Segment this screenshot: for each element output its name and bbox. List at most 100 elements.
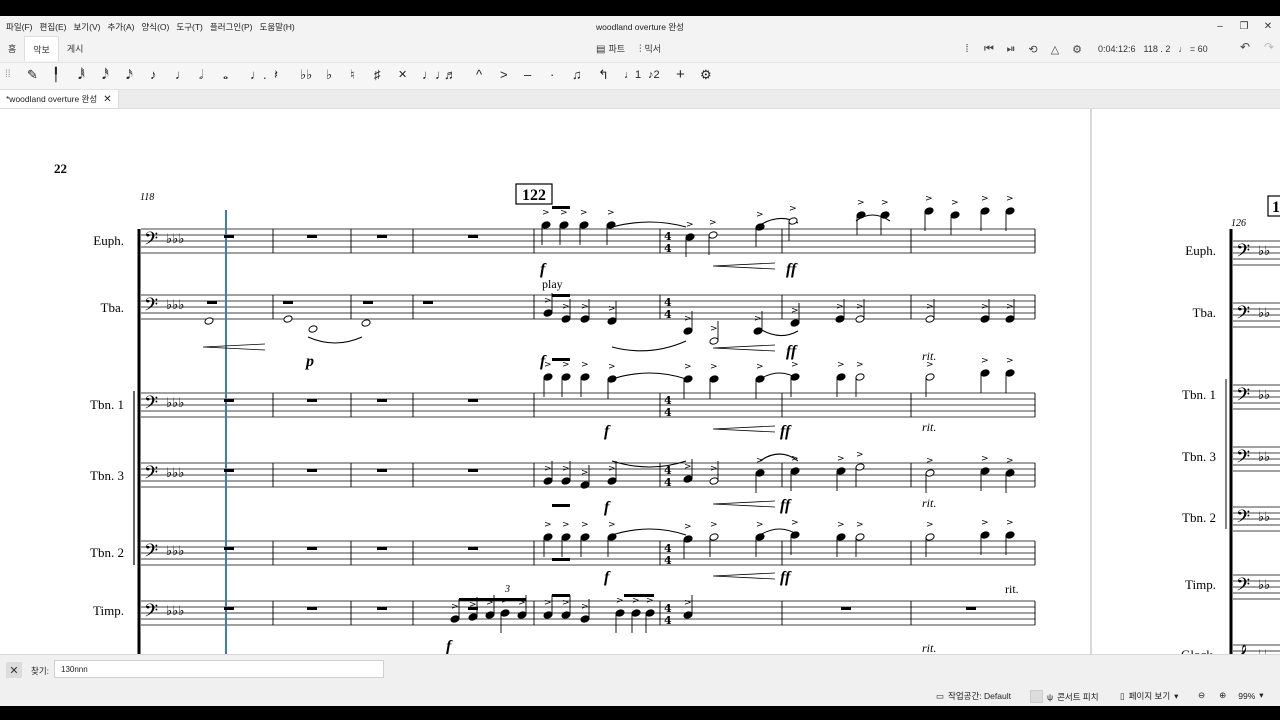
- menu-item-3[interactable]: 추가(A): [105, 21, 139, 33]
- next-instrument-timp: Timp.: [1185, 577, 1216, 592]
- zoom-in-icon[interactable]: ⊕: [1219, 690, 1226, 701]
- tenuto-icon[interactable]: –: [524, 67, 531, 83]
- 64th-note-icon[interactable]: 𝅘𝅥𝅱: [78, 67, 85, 83]
- menu-item-7[interactable]: 도움말(H): [258, 21, 300, 33]
- note-head: [517, 611, 527, 619]
- menu-item-0[interactable]: 파일(F): [4, 21, 38, 33]
- rewind-icon[interactable]: ⏮: [982, 43, 996, 56]
- close-tab-icon[interactable]: ✕: [103, 94, 111, 105]
- chevron-down-icon: ▾: [1174, 690, 1179, 701]
- natural-icon[interactable]: ♮: [350, 67, 355, 83]
- dot-icon[interactable]: ♩.: [250, 67, 267, 83]
- play-icon[interactable]: ⏯: [1004, 43, 1018, 56]
- accent-mark: >: [544, 520, 552, 530]
- 32nd-note-icon[interactable]: 𝅘𝅥𝅰: [102, 67, 109, 83]
- customize-toolbar-icon[interactable]: ⚙: [700, 67, 712, 83]
- maximize-icon[interactable]: ❐: [1232, 16, 1256, 36]
- time-signature: 4: [664, 308, 672, 321]
- minimize-icon[interactable]: –: [1208, 16, 1232, 36]
- note-head: [607, 533, 617, 541]
- menu-item-6[interactable]: 플러그인(P): [208, 21, 258, 33]
- loop-icon[interactable]: ⟲: [1026, 43, 1040, 56]
- score-notation[interactable]: 22 118 122 Euph. Tba. Tbn. 1 Tbn. 3 Tbn.…: [0, 109, 1090, 668]
- note-input-pencil-icon[interactable]: ✎: [27, 67, 38, 83]
- menu-item-2[interactable]: 보기(V): [71, 21, 105, 33]
- slur-icon[interactable]: ♬: [444, 67, 457, 83]
- eighth-note-icon[interactable]: ♪: [150, 67, 157, 83]
- accent-mark: >: [544, 296, 552, 306]
- add-icon[interactable]: +: [676, 67, 685, 83]
- flat-icon[interactable]: ♭: [326, 67, 332, 83]
- zoom-out-icon[interactable]: ⊖: [1198, 690, 1205, 701]
- key-signature: ♭♭♭: [166, 298, 184, 313]
- key-signature: ♭♭: [1258, 306, 1270, 321]
- rest-icon[interactable]: 𝄽: [274, 67, 278, 83]
- double-flat-icon[interactable]: ♭♭: [300, 67, 312, 83]
- note-head: [980, 467, 990, 475]
- page-view-selector[interactable]: ▯ 페이지 보기 ▾: [1120, 690, 1178, 702]
- accent-mark: >: [581, 302, 589, 312]
- 16th-note-icon[interactable]: 𝅘𝅥𝅯: [126, 67, 133, 83]
- accent-mark: >: [710, 324, 718, 334]
- beam-icon[interactable]: ♫: [572, 67, 582, 83]
- accent-mark: >: [791, 518, 799, 528]
- tab-score[interactable]: 악보: [24, 36, 59, 61]
- accent-mark: >: [856, 360, 864, 370]
- workspace-selector[interactable]: ▭ 작업공간: Default: [936, 690, 1011, 702]
- drag-handle-icon[interactable]: ⁞: [960, 43, 974, 55]
- half-note-icon[interactable]: 𝅗𝅥: [199, 67, 203, 83]
- beam: [552, 206, 570, 209]
- next-score-page[interactable]: 126 12 Euph. Tba. Tbn. 1 Tbn. 3 Tbn. 2 T…: [1092, 109, 1280, 668]
- redo-icon[interactable]: ↷: [1264, 40, 1274, 54]
- document-tab[interactable]: *woodland overture 완성 ✕: [0, 90, 119, 108]
- close-window-icon[interactable]: ✕: [1256, 16, 1280, 36]
- dynamic-marking: f: [604, 569, 611, 586]
- concert-pitch-toggle[interactable]: ψ 콘서트 피치: [1030, 690, 1099, 703]
- half-rest: [423, 301, 433, 304]
- bass-clef-icon: 𝄢: [144, 295, 158, 320]
- next-score-notation[interactable]: 126 12 Euph. Tba. Tbn. 1 Tbn. 3 Tbn. 2 T…: [1092, 109, 1280, 668]
- accent-mark: >: [756, 362, 764, 372]
- menu-item-5[interactable]: 도구(T): [174, 21, 208, 33]
- zoom-chevron-icon[interactable]: ▾: [1259, 690, 1263, 701]
- marcato-icon[interactable]: ^: [476, 67, 482, 83]
- toolbar-grip-icon[interactable]: ⁞⁞: [5, 67, 11, 83]
- voice-2-icon[interactable]: ♪2: [648, 67, 660, 83]
- staff: 𝄢 ♭♭♭ 44: [141, 392, 1036, 419]
- document-tab-label: *woodland overture 완성: [6, 94, 98, 104]
- menu-item-1[interactable]: 편집(E): [38, 21, 72, 33]
- tab-publish[interactable]: 게시: [59, 36, 92, 60]
- quarter-note-icon[interactable]: ♩: [175, 67, 188, 83]
- accent-mark: >: [837, 454, 845, 464]
- tuning-fork-icon: ψ: [1047, 691, 1054, 702]
- metronome-icon[interactable]: △: [1048, 43, 1062, 56]
- close-find-icon[interactable]: ✕: [6, 662, 22, 678]
- playback-settings-icon[interactable]: ⚙: [1070, 43, 1084, 56]
- mixer-button[interactable]: ⫶ 믹서: [639, 42, 661, 55]
- zoom-level[interactable]: 99%: [1238, 691, 1255, 701]
- parts-button[interactable]: ▤ 파트: [596, 42, 625, 55]
- tab-home[interactable]: 홈: [0, 36, 24, 60]
- menu-item-4[interactable]: 양식(O): [139, 21, 174, 33]
- playback-time: 0:04:12:6: [1098, 44, 1136, 54]
- page-view-label: 페이지 보기: [1128, 691, 1171, 701]
- key-signature: ♭♭♭: [166, 396, 184, 411]
- note-input-mode-icon[interactable]: ╿: [52, 67, 60, 83]
- staccato-icon[interactable]: ·: [550, 67, 554, 83]
- whole-note-icon[interactable]: 𝅝: [223, 67, 228, 83]
- accent-icon[interactable]: >: [500, 67, 508, 83]
- key-signature: ♭♭: [1258, 244, 1270, 259]
- sharp-icon[interactable]: ♯: [374, 67, 381, 83]
- whole-rest: [224, 469, 234, 472]
- undo-icon[interactable]: ↶: [1240, 40, 1250, 54]
- document-tabs: *woodland overture 완성 ✕: [0, 90, 1280, 109]
- concert-pitch-checkbox[interactable]: [1030, 690, 1043, 703]
- score-page[interactable]: 22 118 122 Euph. Tba. Tbn. 1 Tbn. 3 Tbn.…: [0, 109, 1090, 668]
- voice-1-icon[interactable]: ♩1: [624, 67, 641, 83]
- score-view[interactable]: 22 118 122 Euph. Tba. Tbn. 1 Tbn. 3 Tbn.…: [0, 109, 1280, 668]
- instrument-name-timp: Timp.: [93, 603, 124, 618]
- flip-direction-icon[interactable]: ↰: [598, 67, 609, 83]
- find-input[interactable]: 130nnn: [54, 660, 384, 678]
- double-sharp-icon[interactable]: ✕: [398, 67, 407, 83]
- beam: [552, 594, 570, 597]
